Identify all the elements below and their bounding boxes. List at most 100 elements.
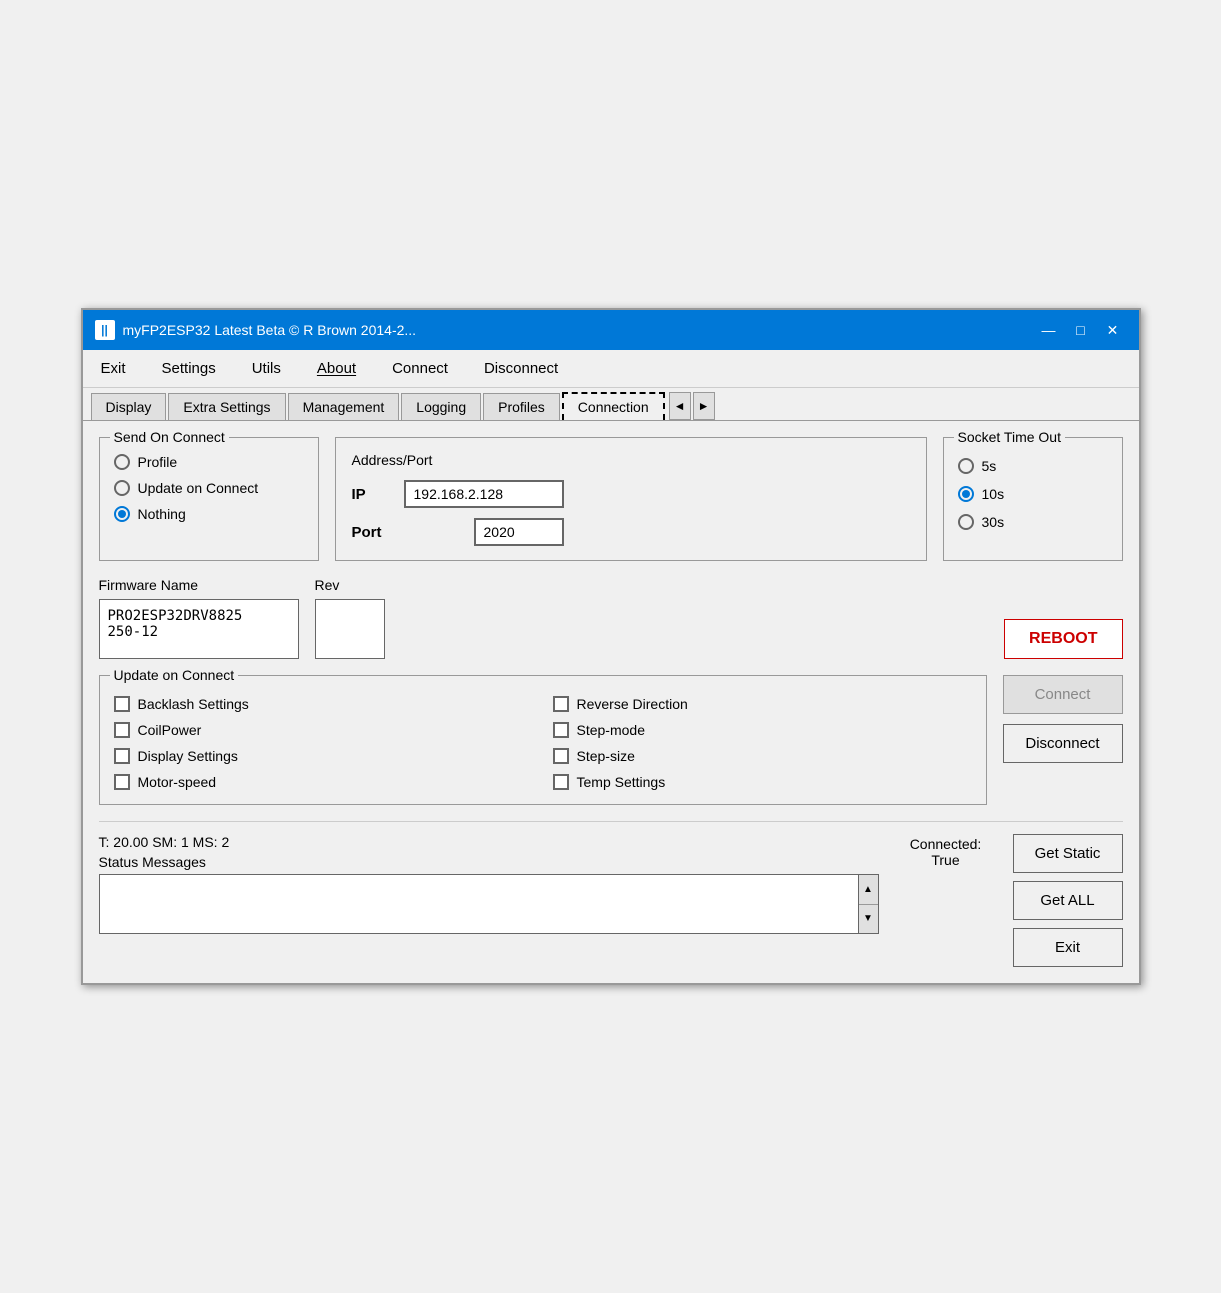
scroll-up-btn[interactable]: ▲ [859,875,878,905]
connected-info: Connected: True [891,834,1001,967]
window-title: myFP2ESP32 Latest Beta © R Brown 2014-2.… [123,322,417,338]
check-coil-power[interactable]: CoilPower [114,722,533,738]
radio-30s-circle [958,514,974,530]
check-display-settings[interactable]: Display Settings [114,748,533,764]
send-on-connect-title: Send On Connect [110,429,229,445]
status-textarea-wrapper: ▲ ▼ [99,874,879,934]
firmware-rev-input[interactable] [315,599,385,659]
checkbox-step-mode [553,722,569,738]
title-bar-controls: — □ ✕ [1035,318,1127,342]
checkbox-reverse-dir [553,696,569,712]
port-input[interactable] [474,518,564,546]
menu-disconnect[interactable]: Disconnect [478,356,564,381]
update-connect-row: Update on Connect Backlash Settings Reve… [99,675,1123,805]
checkbox-coil-power [114,722,130,738]
top-section: Send On Connect Profile Update on Connec… [99,437,1123,561]
check-backlash[interactable]: Backlash Settings [114,696,533,712]
status-left: T: 20.00 SM: 1 MS: 2 Status Messages ▲ ▼ [99,834,879,967]
menu-about[interactable]: About [311,356,362,381]
main-window: || myFP2ESP32 Latest Beta © R Brown 2014… [81,308,1141,985]
send-on-connect-group: Send On Connect Profile Update on Connec… [99,437,319,561]
connect-button[interactable]: Connect [1003,675,1123,714]
status-info-line: T: 20.00 SM: 1 MS: 2 [99,834,879,850]
title-bar: || myFP2ESP32 Latest Beta © R Brown 2014… [83,310,1139,350]
address-group: Address/Port IP Port [335,437,927,561]
socket-timeout-title: Socket Time Out [954,429,1065,445]
menu-utils[interactable]: Utils [246,356,287,381]
tab-nav-prev[interactable]: ◄ [669,392,691,420]
firmware-name-input[interactable]: PRO2ESP32DRV8825 250-12 [99,599,299,659]
radio-30s[interactable]: 30s [958,514,1108,530]
port-label: Port [352,524,392,541]
tab-nav-next[interactable]: ► [693,392,715,420]
socket-timeout-group: Socket Time Out 5s 10s 30s [943,437,1123,561]
firmware-name-group: Firmware Name PRO2ESP32DRV8825 250-12 [99,577,299,659]
app-icon: || [95,320,115,340]
firmware-rev-label: Rev [315,577,385,593]
check-motor-speed[interactable]: Motor-speed [114,774,533,790]
radio-10s-circle [958,486,974,502]
menu-settings[interactable]: Settings [156,356,222,381]
tab-connection[interactable]: Connection [562,392,665,420]
minimize-button[interactable]: — [1035,318,1063,342]
radio-5s[interactable]: 5s [958,458,1108,474]
checkbox-display-settings [114,748,130,764]
get-all-button[interactable]: Get ALL [1013,881,1123,920]
port-row: Port [352,518,910,546]
menu-bar: Exit Settings Utils About Connect Discon… [83,350,1139,388]
checkbox-backlash [114,696,130,712]
content-area: Send On Connect Profile Update on Connec… [83,421,1139,983]
checkbox-motor-speed [114,774,130,790]
scroll-down-btn[interactable]: ▼ [859,905,878,934]
action-buttons: Connect Disconnect [1003,675,1123,763]
radio-10s[interactable]: 10s [958,486,1108,502]
scrollbar: ▲ ▼ [859,874,879,934]
radio-profile-circle [114,454,130,470]
checkbox-step-size [553,748,569,764]
radio-nothing-circle [114,506,130,522]
check-reverse-dir[interactable]: Reverse Direction [553,696,972,712]
connected-label: Connected: [910,836,982,852]
menu-exit[interactable]: Exit [95,356,132,381]
exit-button[interactable]: Exit [1013,928,1123,967]
ip-label: IP [352,486,392,503]
firmware-section: Firmware Name PRO2ESP32DRV8825 250-12 Re… [99,577,1123,659]
tab-profiles[interactable]: Profiles [483,393,560,420]
radio-profile[interactable]: Profile [114,454,304,470]
radio-5s-circle [958,458,974,474]
status-msgs-label: Status Messages [99,854,879,870]
get-static-button[interactable]: Get Static [1013,834,1123,873]
ip-input[interactable] [404,480,564,508]
radio-nothing[interactable]: Nothing [114,506,304,522]
title-bar-left: || myFP2ESP32 Latest Beta © R Brown 2014… [95,320,417,340]
firmware-name-label: Firmware Name [99,577,299,593]
connected-value: True [931,852,959,868]
check-step-mode[interactable]: Step-mode [553,722,972,738]
tab-display[interactable]: Display [91,393,167,420]
reboot-button[interactable]: REBOOT [1004,619,1122,659]
update-on-connect-group: Update on Connect Backlash Settings Reve… [99,675,987,805]
tab-bar: Display Extra Settings Management Loggin… [83,388,1139,421]
address-title: Address/Port [352,452,910,468]
socket-radios: 5s 10s 30s [958,458,1108,530]
tab-management[interactable]: Management [288,393,400,420]
update-on-connect-title: Update on Connect [110,667,239,683]
ip-row: IP [352,480,910,508]
tab-logging[interactable]: Logging [401,393,481,420]
radio-update-on-connect[interactable]: Update on Connect [114,480,304,496]
menu-connect[interactable]: Connect [386,356,454,381]
firmware-rev-group: Rev [315,577,385,659]
right-buttons: Get Static Get ALL Exit [1013,834,1123,967]
status-textarea[interactable] [99,874,859,934]
check-step-size[interactable]: Step-size [553,748,972,764]
close-button[interactable]: ✕ [1099,318,1127,342]
update-on-connect-checks: Backlash Settings Reverse Direction Coil… [114,696,972,790]
send-on-connect-radios: Profile Update on Connect Nothing [114,454,304,522]
radio-update-circle [114,480,130,496]
tab-extra-settings[interactable]: Extra Settings [168,393,285,420]
disconnect-button[interactable]: Disconnect [1003,724,1123,763]
status-section: T: 20.00 SM: 1 MS: 2 Status Messages ▲ ▼… [99,821,1123,967]
check-temp-settings[interactable]: Temp Settings [553,774,972,790]
maximize-button[interactable]: □ [1067,318,1095,342]
checkbox-temp-settings [553,774,569,790]
